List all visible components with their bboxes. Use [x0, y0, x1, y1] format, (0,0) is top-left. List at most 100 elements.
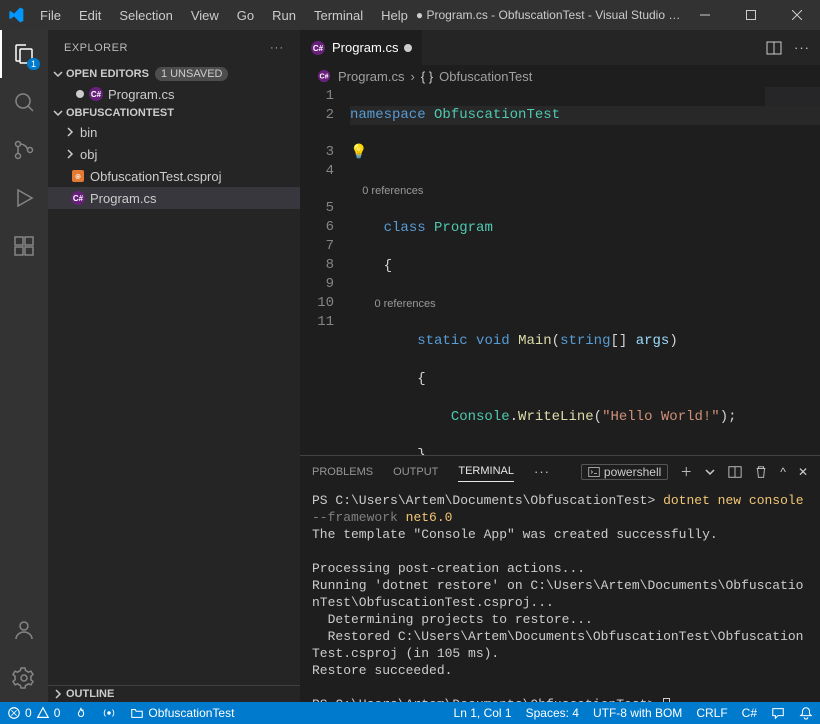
- folder-obj[interactable]: obj: [48, 143, 300, 165]
- panel-tab-terminal[interactable]: TERMINAL: [458, 461, 514, 482]
- titlebar: File Edit Selection View Go Run Terminal…: [0, 0, 820, 30]
- status-spaces[interactable]: Spaces: 4: [519, 706, 586, 720]
- new-terminal-button[interactable]: ＋: [680, 463, 692, 480]
- status-errors-warnings[interactable]: 0 0: [0, 702, 67, 724]
- activity-settings[interactable]: [0, 654, 48, 702]
- tab-program[interactable]: C# Program.cs: [300, 30, 423, 65]
- code-body[interactable]: namespace ObfuscationTest 💡 0 references…: [350, 87, 820, 455]
- split-editor-icon[interactable]: [766, 40, 782, 56]
- status-bell[interactable]: [792, 706, 820, 720]
- panel-tab-output[interactable]: OUTPUT: [393, 462, 438, 482]
- csharp-file-icon: C#: [88, 86, 104, 102]
- flame-icon: [74, 706, 88, 720]
- menu-run[interactable]: Run: [264, 4, 304, 27]
- menu-terminal[interactable]: Terminal: [306, 4, 371, 27]
- breadcrumb-file[interactable]: Program.cs: [338, 69, 404, 84]
- menu-file[interactable]: File: [32, 4, 69, 27]
- status-folder[interactable]: ObfuscationTest: [123, 702, 241, 724]
- chevron-right-icon: [52, 688, 64, 700]
- breadcrumb[interactable]: C# Program.cs › { } ObfuscationTest: [300, 65, 820, 87]
- chevron-down-icon: [52, 107, 64, 119]
- maximize-button[interactable]: [728, 0, 774, 30]
- file-program[interactable]: C# Program.cs: [48, 187, 300, 209]
- status-broadcast[interactable]: [95, 702, 123, 724]
- menubar: File Edit Selection View Go Run Terminal…: [32, 4, 416, 27]
- svg-text:֎: ֎: [75, 173, 81, 181]
- csproj-file-icon: ֎: [70, 168, 86, 184]
- codelens-references[interactable]: 0 references: [362, 185, 423, 197]
- svg-text:C#: C#: [320, 74, 329, 81]
- unsaved-badge: 1 UNSAVED: [155, 67, 229, 81]
- folder-bin[interactable]: bin: [48, 121, 300, 143]
- tabbar: C# Program.cs ···: [300, 30, 820, 65]
- file-label: ObfuscationTest.csproj: [90, 169, 222, 184]
- menu-help[interactable]: Help: [373, 4, 416, 27]
- terminal-shell-selector[interactable]: powershell: [581, 464, 668, 480]
- status-feedback[interactable]: [764, 706, 792, 720]
- csharp-file-icon: C#: [310, 40, 326, 56]
- trash-icon[interactable]: [754, 465, 768, 479]
- svg-text:C#: C#: [91, 90, 102, 99]
- broadcast-icon: [102, 706, 116, 720]
- outline-header[interactable]: OUTLINE: [48, 685, 300, 702]
- close-button[interactable]: [774, 0, 820, 30]
- chevron-right-icon: [64, 126, 76, 138]
- status-flame[interactable]: [67, 702, 95, 724]
- sidebar-header: EXPLORER ···: [48, 30, 300, 65]
- statusbar: 0 0 ObfuscationTest Ln 1, Col 1 Spaces: …: [0, 702, 820, 724]
- warning-icon: [36, 706, 50, 720]
- breadcrumb-symbol[interactable]: ObfuscationTest: [439, 69, 532, 84]
- activity-search[interactable]: [0, 78, 48, 126]
- workspace-header[interactable]: OBFUSCATIONTEST: [48, 105, 300, 121]
- panel-more-icon[interactable]: ···: [534, 464, 550, 479]
- code-editor[interactable]: 1 2 3 4 5 6 7 8 9 10 11 namespace Obfusc…: [300, 87, 820, 455]
- split-terminal-icon[interactable]: [728, 465, 742, 479]
- minimize-button[interactable]: [682, 0, 728, 30]
- folder-label: bin: [80, 125, 97, 140]
- status-language[interactable]: C#: [735, 706, 764, 720]
- csharp-file-icon: C#: [316, 68, 332, 84]
- open-editor-item[interactable]: C# Program.cs: [48, 83, 300, 105]
- menu-go[interactable]: Go: [229, 4, 262, 27]
- close-panel-icon[interactable]: ✕: [798, 465, 808, 479]
- sidebar: EXPLORER ··· OPEN EDITORS 1 UNSAVED C# P…: [48, 30, 300, 702]
- activity-source-control[interactable]: [0, 126, 48, 174]
- activity-extensions[interactable]: [0, 222, 48, 270]
- bell-icon: [799, 706, 813, 720]
- status-encoding[interactable]: UTF-8 with BOM: [586, 706, 689, 720]
- chevron-down-icon: [52, 68, 64, 80]
- activity-accounts[interactable]: [0, 606, 48, 654]
- activity-bar: 1: [0, 30, 48, 702]
- status-lncol[interactable]: Ln 1, Col 1: [447, 706, 519, 720]
- activity-run-debug[interactable]: [0, 174, 48, 222]
- chevron-right-icon: ›: [410, 69, 414, 84]
- panel-tab-problems[interactable]: PROBLEMS: [312, 462, 373, 482]
- svg-text:C#: C#: [313, 44, 324, 53]
- sidebar-more-icon[interactable]: ···: [270, 42, 284, 54]
- gutter: 1 2 3 4 5 6 7 8 9 10 11: [300, 87, 350, 455]
- tab-label: Program.cs: [332, 40, 398, 55]
- codelens-references[interactable]: 0 references: [374, 298, 435, 310]
- maximize-panel-icon[interactable]: ^: [780, 465, 786, 479]
- terminal-output[interactable]: PS C:\Users\Artem\Documents\ObfuscationT…: [300, 487, 820, 702]
- vscode-logo-icon: [8, 7, 24, 23]
- file-label: Program.cs: [90, 191, 156, 206]
- panel-tabs: PROBLEMS OUTPUT TERMINAL ··· powershell …: [300, 456, 820, 487]
- terminal-icon: [588, 466, 600, 478]
- bottom-panel: PROBLEMS OUTPUT TERMINAL ··· powershell …: [300, 455, 820, 702]
- menu-edit[interactable]: Edit: [71, 4, 109, 27]
- explorer-badge: 1: [27, 58, 40, 70]
- namespace-icon: { }: [421, 69, 433, 84]
- chevron-right-icon: [64, 148, 76, 160]
- menu-view[interactable]: View: [183, 4, 227, 27]
- file-csproj[interactable]: ֎ ObfuscationTest.csproj: [48, 165, 300, 187]
- chevron-down-icon[interactable]: [704, 466, 716, 478]
- status-eol[interactable]: CRLF: [689, 706, 734, 720]
- lightbulb-icon[interactable]: 💡: [350, 145, 367, 161]
- open-editors-header[interactable]: OPEN EDITORS 1 UNSAVED: [48, 65, 300, 83]
- editor-more-icon[interactable]: ···: [794, 40, 810, 55]
- feedback-icon: [771, 706, 785, 720]
- activity-explorer[interactable]: 1: [0, 30, 48, 78]
- menu-selection[interactable]: Selection: [111, 4, 180, 27]
- sidebar-title: EXPLORER: [64, 42, 128, 54]
